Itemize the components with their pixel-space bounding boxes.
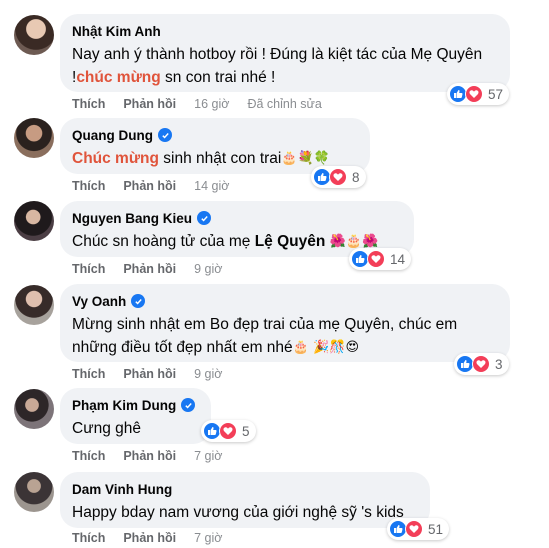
commenter-name[interactable]: Nhật Kim Anh	[72, 24, 161, 39]
verified-badge-icon	[197, 211, 212, 225]
commenter-name[interactable]: Dam Vinh Hung	[72, 482, 172, 497]
love-reaction-icon	[329, 168, 347, 186]
reply-button[interactable]: Phản hồi	[123, 367, 176, 381]
love-reaction-icon	[219, 422, 237, 440]
comment-bubble: Phạm Kim Dung Cưng ghê	[60, 388, 211, 444]
like-button[interactable]: Thích	[72, 179, 105, 193]
reaction-count: 5	[242, 423, 250, 439]
reply-button[interactable]: Phản hồi	[123, 531, 176, 545]
cake-emoji-icon: 🎂	[345, 233, 363, 248]
commenter-name[interactable]: Quang Dung	[72, 128, 153, 143]
reaction-summary[interactable]: 57	[447, 83, 510, 105]
like-button[interactable]: Thích	[72, 449, 105, 463]
hibiscus-emoji-icon: 🌺	[362, 233, 379, 248]
comment-text: Chúc mừng sinh nhật con trai🎂💐🍀	[72, 150, 330, 167]
party-popper-emoji-icon: 🎉	[313, 339, 330, 354]
love-reaction-icon	[405, 520, 423, 538]
reaction-count: 14	[390, 251, 406, 267]
avatar[interactable]	[14, 472, 54, 512]
confetti-emoji-icon: 🎊	[329, 339, 346, 354]
reaction-count: 57	[488, 86, 504, 102]
like-button[interactable]: Thích	[72, 367, 105, 381]
timestamp[interactable]: 7 giờ	[194, 449, 222, 463]
hibiscus-emoji-icon: 🌺	[329, 233, 346, 248]
reaction-count: 3	[495, 356, 503, 372]
avatar[interactable]	[14, 201, 54, 241]
comment-actions: Thích Phản hồi 9 giờ	[72, 366, 240, 382]
comment-actions: Thích Phản hồi 7 giờ	[72, 530, 240, 546]
reaction-summary[interactable]: 5	[201, 420, 256, 442]
comment-text: Happy bday nam vương của giới nghệ sỹ 's…	[72, 504, 404, 521]
comment-actions: Thích Phản hồi 14 giờ	[72, 178, 247, 194]
comment-bubble: Dam Vinh Hung Happy bday nam vương của g…	[60, 472, 430, 528]
heart-eyes-emoji-icon: 😍	[345, 339, 360, 354]
timestamp[interactable]: 16 giờ	[194, 97, 229, 111]
reply-button[interactable]: Phản hồi	[123, 262, 176, 276]
timestamp[interactable]: 9 giờ	[194, 262, 222, 276]
comment-bubble: Vy Oanh Mừng sinh nhật em Bo đẹp trai củ…	[60, 284, 510, 362]
commenter-name[interactable]: Nguyen Bang Kieu	[72, 211, 192, 226]
bouquet-emoji-icon: 💐	[297, 150, 314, 165]
edited-label: Đã chỉnh sửa	[247, 97, 322, 111]
love-reaction-icon	[472, 355, 490, 373]
reaction-summary[interactable]: 51	[387, 518, 450, 540]
comment-text: Cưng ghê	[72, 420, 141, 437]
mention-link[interactable]: Lệ Quyên	[255, 233, 326, 250]
cake-emoji-icon: 🎂	[281, 150, 298, 165]
verified-badge-icon	[131, 294, 146, 308]
highlight-text: Chúc mừng	[72, 150, 159, 167]
reply-button[interactable]: Phản hồi	[123, 449, 176, 463]
reply-button[interactable]: Phản hồi	[123, 97, 176, 111]
love-reaction-icon	[465, 85, 483, 103]
avatar[interactable]	[14, 285, 54, 325]
like-button[interactable]: Thích	[72, 97, 105, 111]
cake-emoji-icon: 🎂	[292, 339, 309, 354]
verified-badge-icon	[158, 128, 172, 142]
comment-actions: Thích Phản hồi 9 giờ	[72, 261, 240, 277]
like-button[interactable]: Thích	[72, 531, 105, 545]
comment-actions: Thích Phản hồi 7 giờ	[72, 448, 240, 464]
reply-button[interactable]: Phản hồi	[123, 179, 176, 193]
avatar[interactable]	[14, 389, 54, 429]
clover-emoji-icon: 🍀	[313, 150, 330, 165]
highlight-text: chúc mừng	[76, 69, 161, 86]
comment-bubble: Nhật Kim Anh Nay anh ý thành hotboy rồi …	[60, 14, 510, 92]
verified-badge-icon	[181, 398, 196, 412]
timestamp[interactable]: 9 giờ	[194, 367, 222, 381]
comment-actions: Thích Phản hồi 16 giờ Đã chỉnh sửa	[72, 96, 322, 112]
avatar[interactable]	[14, 118, 54, 158]
reaction-summary[interactable]: 3	[454, 353, 509, 375]
comment-text: Mừng sinh nhật em Bo đẹp trai của mẹ Quy…	[72, 316, 458, 356]
commenter-name[interactable]: Phạm Kim Dung	[72, 398, 176, 413]
comment-text: Nay anh ý thành hotboy rồi ! Đúng là kiệ…	[72, 46, 483, 86]
love-reaction-icon	[367, 250, 385, 268]
avatar[interactable]	[14, 15, 54, 55]
reaction-count: 8	[352, 169, 360, 185]
reaction-summary[interactable]: 14	[349, 248, 412, 270]
like-button[interactable]: Thích	[72, 262, 105, 276]
reaction-summary[interactable]: 8	[311, 166, 366, 188]
timestamp[interactable]: 7 giờ	[194, 531, 222, 545]
timestamp[interactable]: 14 giờ	[194, 179, 229, 193]
commenter-name[interactable]: Vy Oanh	[72, 294, 126, 309]
reaction-count: 51	[428, 521, 444, 537]
